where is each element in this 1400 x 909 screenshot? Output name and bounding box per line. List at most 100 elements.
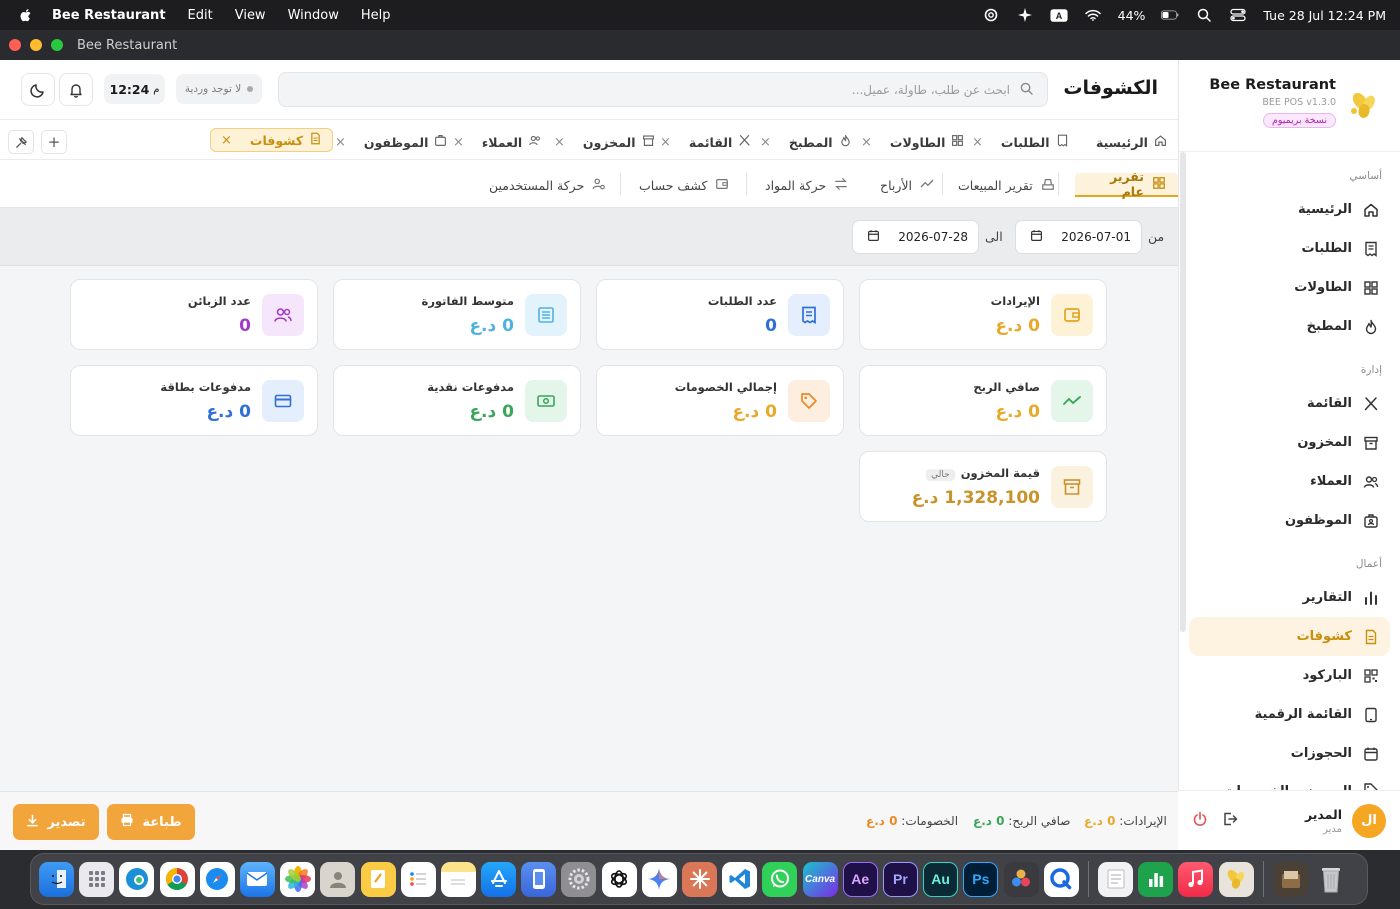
launchpad-icon[interactable] <box>79 861 115 897</box>
logout-icon[interactable] <box>1222 811 1238 831</box>
add-tab-button[interactable]: + <box>41 130 67 154</box>
search-input[interactable]: ابحث عن طلب، طاولة، عميل... <box>278 72 1048 107</box>
battery-icon[interactable] <box>1161 8 1179 22</box>
sidebar-item-menu[interactable]: القائمة <box>1189 384 1390 423</box>
sidebar-scrollbar[interactable] <box>1180 152 1186 632</box>
control-center-icon[interactable] <box>1229 8 1247 22</box>
subtab-profits[interactable]: الأرباح <box>880 173 934 197</box>
mail-icon[interactable] <box>239 861 275 897</box>
sidebar-item-inventory[interactable]: المخزون <box>1189 423 1390 462</box>
davinci-resolve-icon[interactable] <box>1003 861 1039 897</box>
after-effects-icon[interactable]: Ae <box>842 861 878 897</box>
tab-statements[interactable]: كشوفات × <box>210 128 334 152</box>
notifications-button[interactable] <box>59 73 93 106</box>
bee-restaurant-app-icon[interactable] <box>1218 861 1254 897</box>
menubar-view[interactable]: View <box>235 8 266 23</box>
tab-close-icon[interactable]: × <box>221 133 232 148</box>
menubar-help[interactable]: Help <box>361 8 391 23</box>
app-store-icon[interactable] <box>481 861 517 897</box>
canva-icon[interactable]: Canva <box>802 861 838 897</box>
chrome-icon[interactable] <box>159 861 195 897</box>
tab-customers[interactable]: العملاء × <box>453 131 542 153</box>
tab-close-icon[interactable]: × <box>660 135 671 150</box>
tab-orders[interactable]: الطلبات × <box>972 131 1069 153</box>
creative-cloud-icon[interactable] <box>982 8 1000 22</box>
finder-icon[interactable] <box>39 861 74 897</box>
shift-status-chip[interactable]: لا توجد وردية <box>176 74 262 104</box>
tab-close-icon[interactable]: × <box>972 135 983 150</box>
tab-close-icon[interactable]: × <box>335 135 346 150</box>
calendar-icon[interactable] <box>867 229 880 245</box>
apple-logo-icon[interactable] <box>18 7 34 23</box>
music-icon[interactable] <box>1178 861 1214 897</box>
whatsapp-icon[interactable] <box>762 861 798 897</box>
sidebar-item-tables[interactable]: الطاولات <box>1189 268 1390 307</box>
menubar-window[interactable]: Window <box>288 8 339 23</box>
system-settings-icon[interactable] <box>561 861 597 897</box>
photoshop-icon[interactable]: Ps <box>963 861 999 897</box>
quicktime-icon[interactable] <box>1043 861 1079 897</box>
spotlight-search-icon[interactable] <box>1195 8 1213 22</box>
tab-inventory[interactable]: المخزون × <box>554 131 655 153</box>
subtab-user-activity[interactable]: حركة المستخدمين <box>489 173 606 197</box>
calendar-icon[interactable] <box>1030 229 1043 245</box>
wifi-icon[interactable] <box>1084 8 1102 22</box>
tab-menu[interactable]: القائمة × <box>660 131 751 153</box>
premiere-pro-icon[interactable]: Pr <box>882 861 918 897</box>
print-button[interactable]: طباعة <box>107 804 195 840</box>
vscode-icon[interactable] <box>722 861 758 897</box>
sidebar-item-home[interactable]: الرئيسية <box>1189 190 1390 229</box>
tab-close-icon[interactable]: × <box>554 135 565 150</box>
audition-icon[interactable]: Au <box>923 861 959 897</box>
sidebar-item-kitchen[interactable]: المطبخ <box>1189 307 1390 346</box>
avatar[interactable]: ال <box>1352 803 1386 838</box>
power-icon[interactable] <box>1192 811 1208 831</box>
subtab-account-statement[interactable]: كشف حساب <box>639 173 729 197</box>
window-minimize-button[interactable] <box>30 39 42 51</box>
theme-toggle-button[interactable] <box>21 73 55 106</box>
sidebar-item-digital-menu[interactable]: القائمة الرقمية <box>1189 695 1390 734</box>
tab-close-icon[interactable]: × <box>760 135 771 150</box>
tab-employees[interactable]: الموظفون × <box>335 131 447 153</box>
contacts-icon[interactable] <box>320 861 356 897</box>
sidebar-item-orders[interactable]: الطلبات <box>1189 229 1390 268</box>
safari-icon[interactable] <box>199 861 235 897</box>
export-button[interactable]: تصدير <box>13 804 99 840</box>
chatgpt-icon[interactable] <box>601 861 637 897</box>
subtab-general-report[interactable]: تقرير عام <box>1075 169 1178 199</box>
simulator-icon[interactable] <box>521 861 557 897</box>
sidebar-item-reports[interactable]: التقارير <box>1189 578 1390 617</box>
pages-icon[interactable] <box>360 861 396 897</box>
claude-icon[interactable] <box>682 861 717 897</box>
tab-close-icon[interactable]: × <box>453 135 464 150</box>
subtab-sales-report[interactable]: تقرير المبيعات <box>958 173 1055 197</box>
sidebar-item-reservations[interactable]: الحجوزات <box>1189 734 1390 773</box>
from-date-input[interactable]: 2026-07-01 <box>1015 220 1142 254</box>
sidebar-item-customers[interactable]: العملاء <box>1189 462 1390 501</box>
window-zoom-button[interactable] <box>51 39 63 51</box>
gemini-icon[interactable] <box>641 861 677 897</box>
tab-close-icon[interactable]: × <box>861 135 872 150</box>
sidebar-item-barcode[interactable]: الباركود <box>1189 656 1390 695</box>
sidebar-item-employees[interactable]: الموظفون <box>1189 501 1390 540</box>
pin-tabs-button[interactable] <box>8 130 34 154</box>
edge-browser-icon[interactable] <box>119 861 155 897</box>
input-source-icon[interactable]: A <box>1050 8 1068 22</box>
trash-icon[interactable] <box>1313 862 1348 897</box>
tab-home[interactable]: الرئيسية <box>1096 131 1167 153</box>
menubar-clock[interactable]: Tue 28 Jul 12:24 PM <box>1263 8 1386 23</box>
sidebar-item-statements[interactable]: كشوفات <box>1189 617 1390 656</box>
to-date-input[interactable]: 2026-07-28 <box>852 220 979 254</box>
subtab-material-movement[interactable]: حركة المواد <box>765 173 848 197</box>
tab-kitchen[interactable]: المطبخ × <box>760 131 852 153</box>
notes-icon[interactable] <box>440 861 476 897</box>
menubar-edit[interactable]: Edit <box>188 8 213 23</box>
window-close-button[interactable] <box>9 39 21 51</box>
photos-icon[interactable] <box>280 861 316 897</box>
reminders-icon[interactable] <box>400 861 436 897</box>
downloads-stack-icon[interactable] <box>1273 861 1308 897</box>
numbers-icon[interactable] <box>1138 861 1174 897</box>
document-viewer-icon[interactable] <box>1098 861 1134 897</box>
tab-tables[interactable]: الطاولات × <box>861 131 964 153</box>
menubar-app-name[interactable]: Bee Restaurant <box>52 8 166 23</box>
